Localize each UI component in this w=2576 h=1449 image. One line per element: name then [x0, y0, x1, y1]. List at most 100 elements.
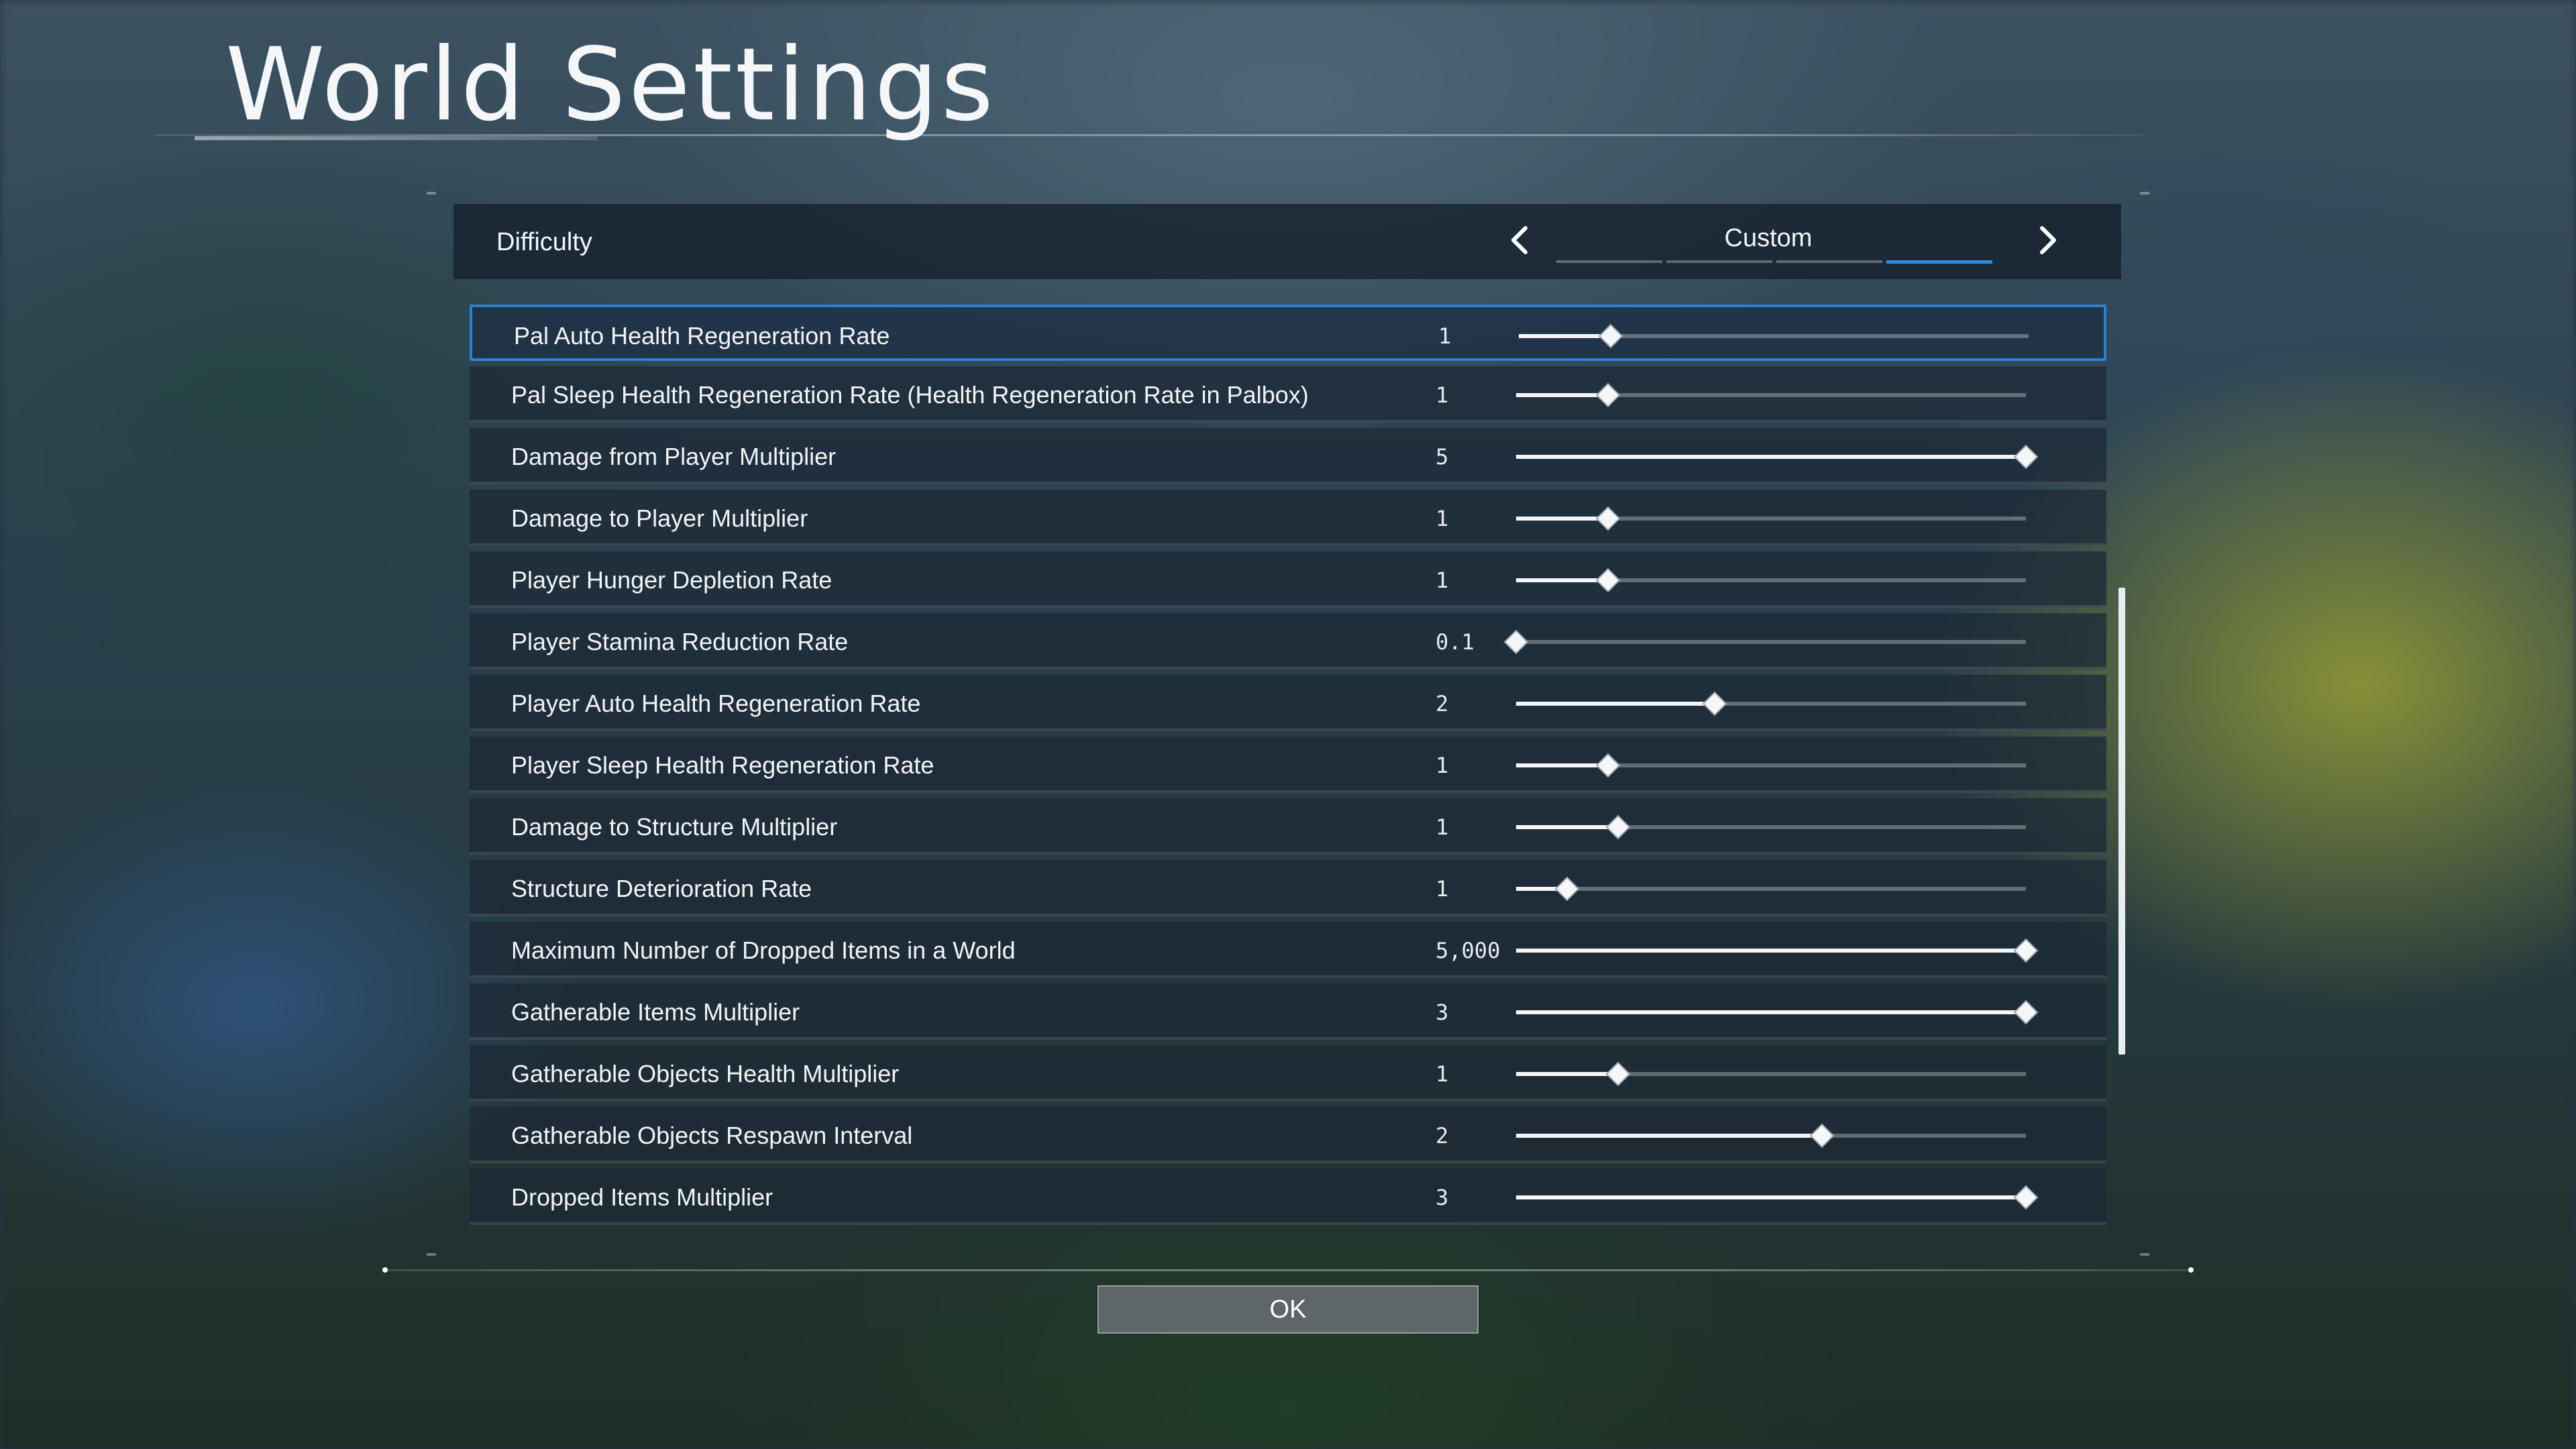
- settings-scrollbar[interactable]: [2118, 588, 2125, 1055]
- setting-label: Gatherable Objects Respawn Interval: [511, 1122, 913, 1149]
- setting-label: Player Stamina Reduction Rate: [511, 628, 849, 655]
- slider-track: [1516, 887, 2026, 891]
- diamond-handle-icon[interactable]: [1598, 323, 1623, 349]
- setting-value: 5: [1436, 444, 1449, 470]
- diamond-handle-icon[interactable]: [2013, 1000, 2039, 1025]
- slider-fill: [1516, 1072, 1618, 1076]
- setting-value: 1: [1436, 568, 1449, 593]
- setting-value: 2: [1436, 1123, 1449, 1148]
- setting-row[interactable]: Gatherable Objects Health Multiplier 1: [470, 1045, 2106, 1102]
- setting-label: Structure Deterioration Rate: [511, 875, 812, 902]
- diamond-handle-icon[interactable]: [2013, 444, 2039, 470]
- panel-corner-top-right: [2140, 192, 2149, 195]
- setting-slider[interactable]: [1519, 323, 2029, 349]
- difficulty-next-button[interactable]: [2027, 220, 2068, 260]
- slider-fill: [1516, 517, 1608, 521]
- footer-divider-dot-right: [2188, 1267, 2194, 1273]
- setting-label: Damage from Player Multiplier: [511, 443, 837, 470]
- setting-label: Gatherable Items Multiplier: [511, 998, 800, 1026]
- slider-fill: [1516, 393, 1608, 397]
- difficulty-segment-2: [1666, 260, 1772, 263]
- setting-row[interactable]: Player Hunger Depletion Rate 1: [470, 551, 2106, 608]
- setting-label: Gatherable Objects Health Multiplier: [511, 1060, 900, 1087]
- setting-slider[interactable]: [1503, 629, 2026, 655]
- setting-row[interactable]: Structure Deterioration Rate 1: [470, 860, 2106, 916]
- difficulty-selector: Difficulty Custom: [453, 204, 2121, 279]
- setting-value: 1: [1436, 876, 1449, 902]
- setting-row[interactable]: Player Stamina Reduction Rate 0.1: [470, 613, 2106, 669]
- setting-label: Pal Auto Health Regeneration Rate: [514, 322, 890, 350]
- slider-fill: [1516, 825, 1618, 829]
- diamond-handle-icon[interactable]: [1503, 629, 1529, 655]
- setting-value: 3: [1436, 1000, 1449, 1025]
- setting-label: Damage to Structure Multiplier: [511, 813, 838, 841]
- setting-row[interactable]: Maximum Number of Dropped Items in a Wor…: [470, 922, 2106, 978]
- slider-fill: [1516, 455, 2026, 459]
- setting-row[interactable]: Damage to Structure Multiplier 1: [470, 798, 2106, 855]
- diamond-handle-icon[interactable]: [1554, 876, 1580, 902]
- setting-row[interactable]: Pal Sleep Health Regeneration Rate (Heal…: [470, 366, 2106, 423]
- setting-slider[interactable]: [1516, 753, 2026, 778]
- ok-button[interactable]: OK: [1097, 1285, 1479, 1334]
- setting-value: 1: [1436, 506, 1449, 531]
- setting-row[interactable]: Damage from Player Multiplier 5: [470, 428, 2106, 484]
- setting-value: 2: [1436, 691, 1449, 716]
- difficulty-prev-button[interactable]: [1500, 220, 1540, 260]
- footer-divider: [384, 1269, 2192, 1271]
- setting-slider[interactable]: [1516, 568, 2026, 593]
- title-accent-line: [195, 136, 597, 140]
- setting-row[interactable]: Player Sleep Health Regeneration Rate 1: [470, 737, 2106, 793]
- diamond-handle-icon[interactable]: [1595, 382, 1621, 408]
- panel-corner-top-left: [427, 192, 436, 195]
- diamond-handle-icon[interactable]: [1605, 814, 1631, 840]
- difficulty-label: Difficulty: [496, 228, 592, 256]
- settings-list: Pal Auto Health Regeneration Rate 1 Pal Sl…: [470, 305, 2106, 1244]
- setting-label: Pal Sleep Health Regeneration Rate (Heal…: [511, 381, 1309, 409]
- setting-slider[interactable]: [1516, 382, 2026, 408]
- setting-value: 3: [1436, 1185, 1449, 1210]
- setting-value: 1: [1436, 814, 1449, 840]
- setting-slider[interactable]: [1516, 1185, 2039, 1210]
- chevron-right-icon: [2040, 226, 2056, 254]
- difficulty-segment-1: [1556, 260, 1662, 263]
- diamond-handle-icon[interactable]: [1595, 753, 1621, 778]
- setting-slider[interactable]: [1516, 876, 2026, 902]
- setting-slider[interactable]: [1516, 506, 2026, 531]
- setting-slider[interactable]: [1516, 814, 2026, 840]
- setting-label: Dropped Items Multiplier: [511, 1183, 773, 1211]
- diamond-handle-icon[interactable]: [1595, 568, 1621, 593]
- slider-fill: [1516, 949, 2026, 953]
- setting-row[interactable]: Pal Auto Health Regeneration Rate 1: [470, 305, 2106, 361]
- setting-row[interactable]: Player Auto Health Regeneration Rate 2: [470, 675, 2106, 731]
- diamond-handle-icon[interactable]: [1809, 1123, 1835, 1148]
- slider-fill: [1519, 334, 1611, 338]
- slider-fill: [1516, 1195, 2026, 1199]
- setting-slider[interactable]: [1516, 1000, 2039, 1025]
- setting-row[interactable]: Gatherable Items Multiplier 3: [470, 983, 2106, 1040]
- setting-slider[interactable]: [1516, 938, 2039, 963]
- setting-row[interactable]: Damage to Player Multiplier 1: [470, 490, 2106, 546]
- setting-label: Player Hunger Depletion Rate: [511, 566, 833, 594]
- slider-fill: [1516, 763, 1608, 767]
- footer-divider-dot-left: [382, 1267, 388, 1273]
- setting-row[interactable]: Dropped Items Multiplier 3: [470, 1169, 2106, 1225]
- diamond-handle-icon[interactable]: [2013, 1185, 2039, 1210]
- diamond-handle-icon[interactable]: [1595, 506, 1621, 531]
- setting-slider[interactable]: [1516, 691, 2026, 716]
- panel-corner-bottom-right: [2140, 1253, 2149, 1256]
- setting-value: 1: [1438, 323, 1452, 349]
- setting-label: Damage to Player Multiplier: [511, 504, 808, 532]
- slider-fill: [1516, 702, 1715, 706]
- diamond-handle-icon[interactable]: [2013, 938, 2039, 963]
- setting-value: 1: [1436, 1061, 1449, 1087]
- setting-value: 1: [1436, 753, 1449, 778]
- slider-track: [1516, 640, 2026, 644]
- setting-slider[interactable]: [1516, 1061, 2026, 1087]
- diamond-handle-icon[interactable]: [1605, 1061, 1631, 1087]
- setting-label: Maximum Number of Dropped Items in a Wor…: [511, 936, 1016, 964]
- setting-slider[interactable]: [1516, 1123, 2026, 1148]
- setting-value: 1: [1436, 382, 1449, 408]
- diamond-handle-icon[interactable]: [1702, 691, 1727, 716]
- setting-slider[interactable]: [1516, 444, 2039, 470]
- setting-row[interactable]: Gatherable Objects Respawn Interval 2: [470, 1107, 2106, 1163]
